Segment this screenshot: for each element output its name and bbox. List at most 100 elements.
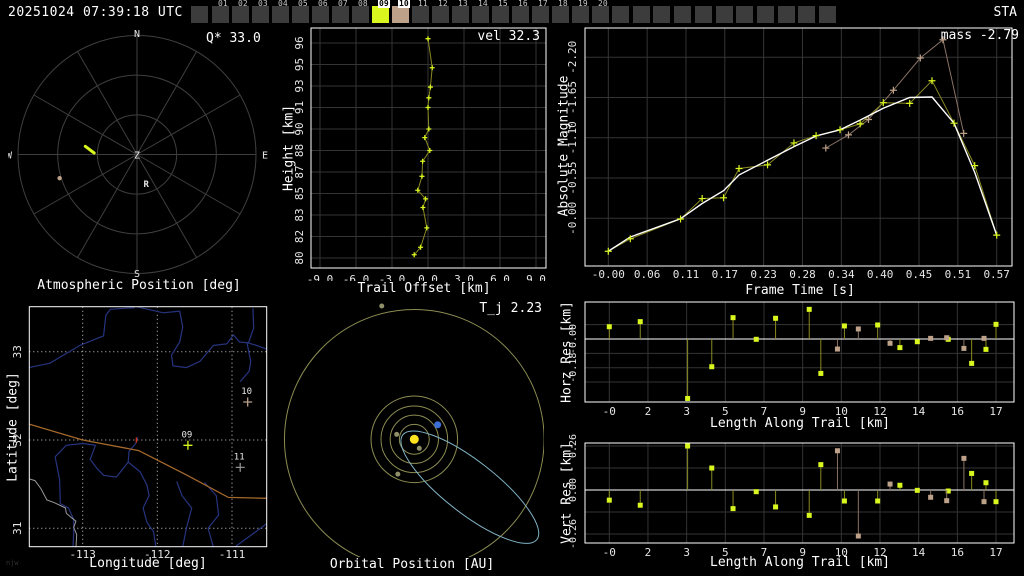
svg-text:-6.0: -6.0 [343, 273, 370, 281]
residual-marker [969, 360, 975, 366]
residual-marker [841, 498, 847, 504]
svg-text:0.06: 0.06 [634, 268, 661, 281]
frame-square[interactable] [472, 6, 489, 23]
height-ylabel: Height [km] [281, 104, 297, 192]
svg-text:9.0: 9.0 [526, 273, 546, 281]
frame-square[interactable] [292, 6, 309, 23]
sun-dot [409, 434, 419, 444]
svg-text:3.0: 3.0 [454, 273, 474, 281]
svg-text:-0.00: -0.00 [592, 268, 625, 281]
frame-square[interactable] [512, 6, 529, 23]
svg-text:-2.20: -2.20 [566, 41, 579, 74]
svg-text:16: 16 [951, 546, 964, 559]
frame-square[interactable] [592, 6, 609, 23]
frame-square[interactable] [653, 6, 671, 23]
frame-square[interactable] [432, 6, 449, 23]
svg-text:0.17: 0.17 [712, 268, 739, 281]
frame-square[interactable] [412, 6, 429, 23]
frame-square-label: 01 [218, 0, 228, 8]
frame-square-label: 17 [538, 0, 548, 8]
frame-square[interactable] [632, 6, 650, 23]
residual-marker [818, 462, 824, 468]
compass-south-label: S [134, 269, 140, 277]
svg-text:-9.0: -9.0 [307, 273, 334, 281]
frame-square[interactable] [332, 6, 349, 23]
residual-marker [841, 323, 847, 329]
residual-marker [875, 322, 881, 328]
radiant-label: R [143, 180, 149, 190]
svg-text:16: 16 [951, 405, 964, 418]
residual-marker [993, 499, 999, 505]
frame-square[interactable] [392, 6, 409, 23]
residual-marker [730, 315, 736, 321]
horz-res-plot: -0 2 3 5 7 9 10 12 14 16 17-0.00-0.18 [568, 301, 1015, 418]
q-value-label: Q* 33.0 [206, 31, 261, 46]
frame-square[interactable] [674, 6, 692, 23]
velocity-label: vel 32.3 [477, 29, 540, 44]
frame-square[interactable] [191, 6, 208, 23]
residual-marker [875, 498, 881, 504]
residual-marker [969, 470, 975, 476]
svg-text:-111: -111 [219, 548, 246, 561]
svg-text:6.0: 6.0 [490, 273, 510, 281]
residual-marker [961, 455, 967, 461]
frame-square-label: 05 [298, 0, 308, 8]
frame-square[interactable] [819, 6, 836, 23]
frame-square[interactable] [272, 6, 289, 23]
svg-text:80: 80 [293, 251, 306, 264]
residual-marker [685, 395, 691, 401]
svg-text:-3.0: -3.0 [379, 273, 406, 281]
frame-square[interactable] [736, 6, 754, 23]
frame-square-label: 07 [338, 0, 348, 8]
ground-track-map: 091011-113 -112 -111333231 [11, 306, 268, 561]
frame-square[interactable] [552, 6, 569, 23]
residual-marker [914, 487, 920, 493]
frame-square[interactable] [798, 6, 816, 23]
frame-square[interactable] [212, 6, 229, 23]
svg-text:93: 93 [293, 79, 306, 92]
tisserand-label: T_j 2.23 [479, 301, 542, 316]
svg-text:0.28: 0.28 [789, 268, 816, 281]
residual-marker [606, 497, 612, 503]
frame-square[interactable] [532, 6, 549, 23]
vert-res-plot: -0 2 3 5 7 9 10 12 14 16 170.260.00-0.26 [568, 434, 1015, 559]
svg-text:14: 14 [912, 546, 926, 559]
atmospheric-position-xlabel: Atmospheric Position [deg] [37, 278, 241, 293]
frame-square[interactable] [715, 6, 733, 23]
frame-square[interactable] [612, 6, 629, 23]
frame-square-label: 20 [598, 0, 608, 8]
mode-label-sta[interactable]: STA [994, 5, 1017, 20]
frame-square[interactable] [452, 6, 469, 23]
frame-square[interactable] [232, 6, 249, 23]
map-station-label: 09 [182, 430, 193, 440]
frame-square[interactable] [352, 6, 369, 23]
frame-square[interactable] [756, 6, 774, 23]
frame-square[interactable] [572, 6, 589, 23]
absolute-magnitude-ylabel: Absolute Magnitude [556, 75, 572, 217]
frame-square-label: 02 [238, 0, 248, 8]
frame-square[interactable] [777, 6, 795, 23]
frame-square-label: 19 [578, 0, 588, 8]
frame-square-label: 16 [518, 0, 528, 8]
svg-text:2: 2 [645, 405, 652, 418]
frame-square[interactable] [312, 6, 329, 23]
residual-marker [981, 335, 987, 341]
frame-square-label: 15 [498, 0, 508, 8]
residual-marker [928, 494, 934, 500]
residual-marker [606, 324, 612, 330]
light-curve-plot: -0.00 0.06 0.11 0.17 0.23 0.28 0.34 0.40 0.45 0.5… [566, 27, 1013, 281]
frame-square[interactable] [252, 6, 269, 23]
residual-marker [730, 506, 736, 512]
frame-square[interactable] [372, 6, 389, 23]
residual-marker [806, 512, 812, 518]
frame-square-label: 04 [278, 0, 288, 8]
residual-marker [897, 482, 903, 488]
meteor-trail-mark [83, 144, 96, 155]
frame-square-label: 14 [478, 0, 488, 8]
residual-marker [897, 345, 903, 351]
frame-square[interactable] [694, 6, 712, 23]
longitude-xlabel: Longitude [deg] [89, 556, 207, 571]
meteoroid-orbit [400, 430, 540, 544]
residual-marker [944, 335, 950, 341]
frame-square[interactable] [492, 6, 509, 23]
